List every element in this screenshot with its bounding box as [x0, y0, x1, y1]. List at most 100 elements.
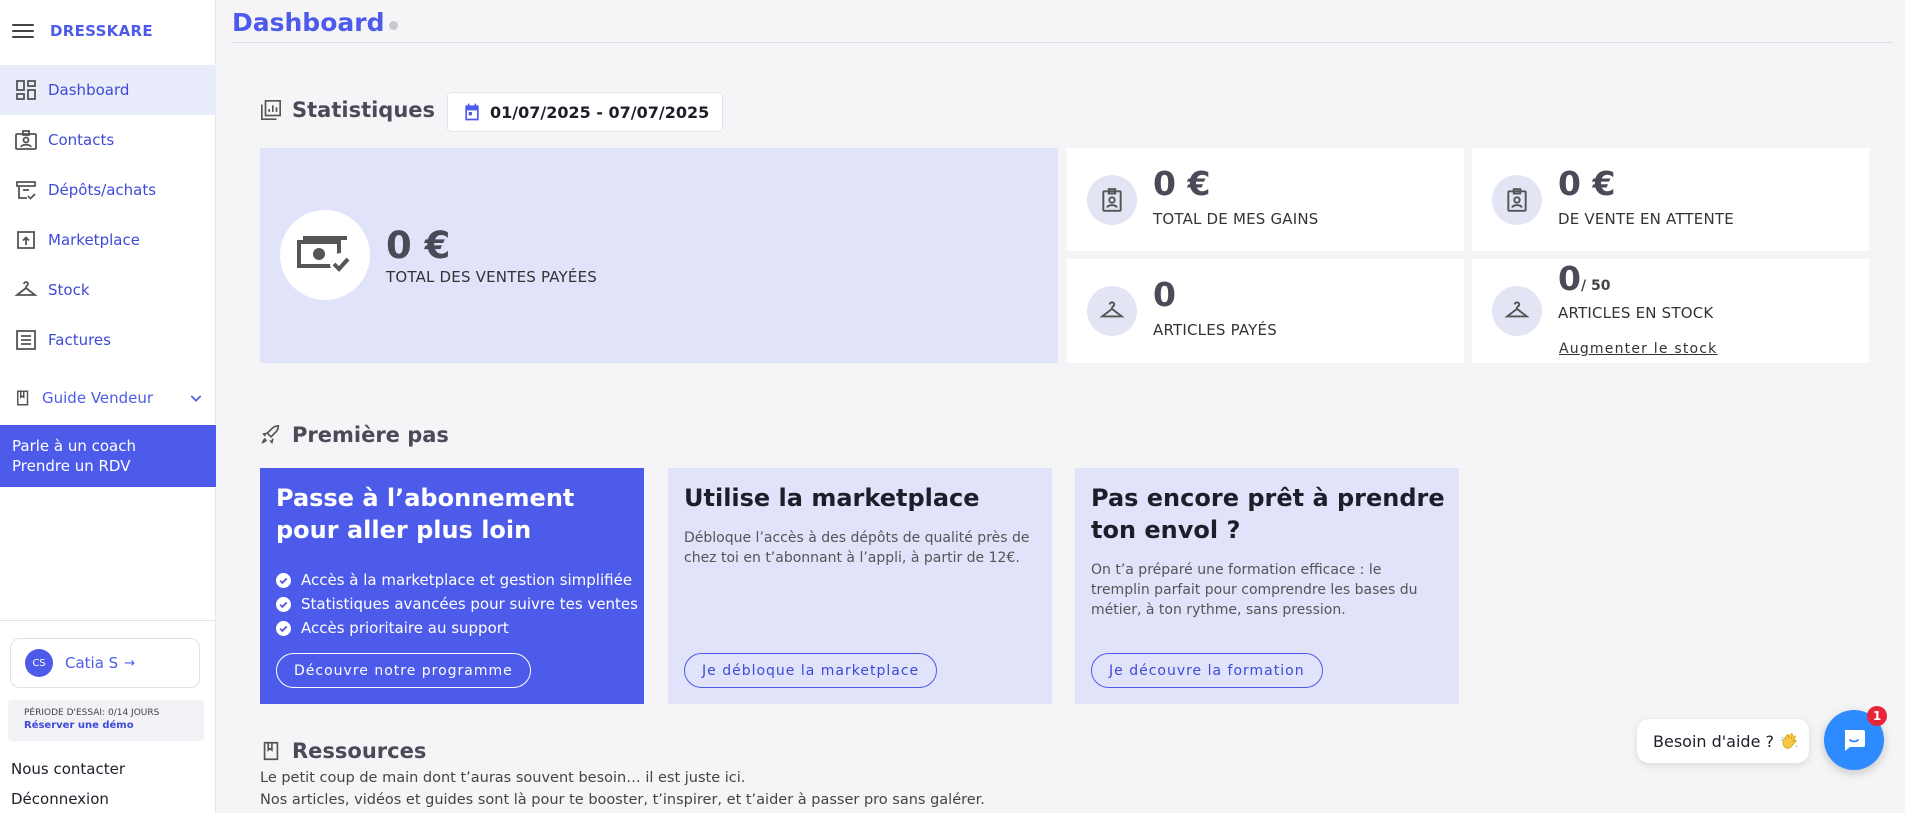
- help-bubble-text: Besoin d'aide ?: [1653, 731, 1774, 751]
- contacts-icon: [15, 130, 37, 150]
- training-card: Pas encore prêt à prendre ton envol ? On…: [1075, 468, 1459, 704]
- total-sales-label: TOTAL DES VENTES PAYÉES: [386, 268, 597, 286]
- sidebar-divider: [0, 620, 216, 621]
- date-range-picker[interactable]: 01/07/2025 - 07/07/2025: [447, 92, 723, 132]
- clipboard-user-icon: [1507, 188, 1527, 212]
- gains-card: 0 € TOTAL DE MES GAINS: [1067, 148, 1464, 251]
- sidebar-item-stock[interactable]: Stock: [0, 265, 216, 315]
- gains-value: 0 €: [1153, 164, 1211, 203]
- sidebar-item-marketplace[interactable]: Marketplace: [0, 215, 216, 265]
- user-name: Catia S: [65, 654, 119, 672]
- paid-articles-icon-wrap: [1087, 286, 1137, 336]
- trial-label: PÉRIODE D'ESSAI: 0/14 JOURS: [24, 708, 160, 718]
- hanger-icon: [14, 281, 38, 296]
- discover-program-button[interactable]: Découvre notre programme: [276, 653, 531, 688]
- stock-max: / 50: [1580, 278, 1611, 294]
- total-sales-card: 0 € TOTAL DES VENTES PAYÉES: [260, 148, 1058, 363]
- sidebar: DRESSKARE Dashboard Contacts Dépôts/acha…: [0, 0, 216, 813]
- paid-articles-value: 0: [1153, 275, 1176, 314]
- stock-label: ARTICLES EN STOCK: [1558, 304, 1714, 322]
- sidebar-nav: Dashboard Contacts Dépôts/achats Marketp…: [0, 65, 216, 365]
- benefit-text: Accès à la marketplace et gestion simpli…: [301, 571, 633, 589]
- waving-hand-icon: [1781, 733, 1798, 749]
- date-range-value: 01/07/2025 - 07/07/2025: [490, 102, 710, 122]
- book-icon: [17, 390, 29, 406]
- deposits-icon: [16, 181, 36, 200]
- stock-value: 0: [1558, 259, 1581, 298]
- rocket-icon: [261, 425, 280, 444]
- hanger-icon: [1504, 301, 1530, 318]
- sidebar-item-contacts[interactable]: Contacts: [0, 115, 216, 165]
- cash-check-icon: [297, 236, 352, 275]
- main-content: Dashboard Statistiques 01/07/2025 - 07/0…: [216, 0, 1905, 813]
- guide-label: Guide Vendeur: [42, 389, 154, 407]
- invoice-icon: [16, 330, 36, 350]
- user-profile-button[interactable]: CS Catia S →: [10, 638, 200, 688]
- book-icon: [263, 741, 279, 761]
- guide-vendeur-toggle[interactable]: Guide Vendeur: [14, 384, 204, 412]
- brand-row: DRESSKARE: [12, 14, 153, 48]
- paid-articles-label: ARTICLES PAYÉS: [1153, 321, 1277, 339]
- sidebar-item-deposits[interactable]: Dépôts/achats: [0, 165, 216, 215]
- pending-sales-card: 0 € DE VENTE EN ATTENTE: [1472, 148, 1869, 251]
- hanger-icon: [1099, 301, 1125, 318]
- sidebar-item-dashboard[interactable]: Dashboard: [0, 65, 216, 115]
- check-circle-icon: [276, 620, 291, 636]
- list-item: Statistiques avancées pour suivre tes ve…: [276, 592, 638, 616]
- sidebar-item-label: Marketplace: [48, 231, 140, 249]
- sidebar-item-label: Dépôts/achats: [48, 181, 157, 199]
- contact-link[interactable]: Nous contacter: [11, 760, 125, 778]
- first-steps-heading: Première pas: [260, 423, 449, 447]
- stock-card: 0/ 50 ARTICLES EN STOCK Augmenter le sto…: [1472, 259, 1869, 363]
- check-circle-icon: [276, 596, 291, 612]
- stats-heading: Statistiques: [260, 98, 435, 122]
- subscription-benefits: Accès à la marketplace et gestion simpli…: [276, 568, 638, 640]
- increase-stock-link[interactable]: Augmenter le stock: [1559, 341, 1717, 357]
- menu-icon[interactable]: [12, 21, 34, 41]
- training-title: Pas encore prêt à prendre ton envol ?: [1091, 484, 1445, 544]
- gains-icon-wrap: [1087, 175, 1137, 225]
- discover-training-button[interactable]: Je découvre la formation: [1091, 653, 1323, 688]
- brand-logo: DRESSKARE: [50, 22, 153, 40]
- benefit-text: Statistiques avancées pour suivre tes ve…: [301, 595, 638, 613]
- coach-line-2: Prendre un RDV: [12, 457, 131, 475]
- coach-cta[interactable]: Parle à un coach Prendre un RDV: [0, 425, 216, 487]
- stats-heading-text: Statistiques: [292, 98, 436, 122]
- chevron-down-icon: [190, 395, 202, 402]
- marketplace-title: Utilise la marketplace: [684, 484, 980, 512]
- sidebar-item-invoices[interactable]: Factures: [0, 315, 216, 365]
- list-item: Accès prioritaire au support: [276, 616, 638, 640]
- logout-link[interactable]: Déconnexion: [11, 790, 109, 808]
- marketplace-description: Débloque l’accès à des dépôts de qualité…: [684, 530, 1030, 566]
- gains-label: TOTAL DE MES GAINS: [1153, 210, 1319, 228]
- book-demo-link[interactable]: Réserver une démo: [24, 720, 188, 731]
- stock-icon-wrap: [1492, 286, 1542, 336]
- pending-value: 0 €: [1558, 164, 1616, 203]
- subscription-title: Passe à l’abonnement pour aller plus loi…: [276, 484, 575, 544]
- check-circle-icon: [276, 572, 291, 588]
- unlock-marketplace-button[interactable]: Je débloque la marketplace: [684, 653, 938, 688]
- chart-icon: [261, 100, 281, 120]
- pending-label: DE VENTE EN ATTENTE: [1558, 210, 1734, 228]
- trial-banner: PÉRIODE D'ESSAI: 0/14 JOURS Réserver une…: [8, 700, 204, 741]
- page-title: Dashboard: [232, 8, 385, 37]
- coach-line-1: Parle à un coach: [12, 437, 137, 455]
- help-bubble[interactable]: Besoin d'aide ?: [1637, 719, 1809, 763]
- sidebar-item-label: Contacts: [48, 131, 115, 149]
- marketplace-card: Utilise la marketplace Débloque l’accès …: [668, 468, 1052, 704]
- marketplace-icon: [17, 231, 35, 249]
- sidebar-item-label: Stock: [48, 281, 90, 299]
- sidebar-item-label: Dashboard: [48, 81, 130, 99]
- chat-icon: [1844, 730, 1865, 751]
- notification-badge: 1: [1867, 706, 1887, 726]
- total-sales-icon-wrap: [280, 210, 370, 300]
- resources-heading: Ressources: [260, 739, 426, 763]
- stock-value-wrap: 0/ 50: [1558, 259, 1610, 298]
- arrow-right-icon: →: [124, 655, 136, 671]
- total-sales-value: 0 €: [386, 224, 451, 267]
- resources-line-1: Le petit coup de main dont t’auras souve…: [260, 770, 746, 786]
- sidebar-item-label: Factures: [48, 331, 111, 349]
- header-divider: [232, 42, 1893, 43]
- dashboard-icon: [16, 80, 36, 100]
- avatar: CS: [25, 649, 53, 677]
